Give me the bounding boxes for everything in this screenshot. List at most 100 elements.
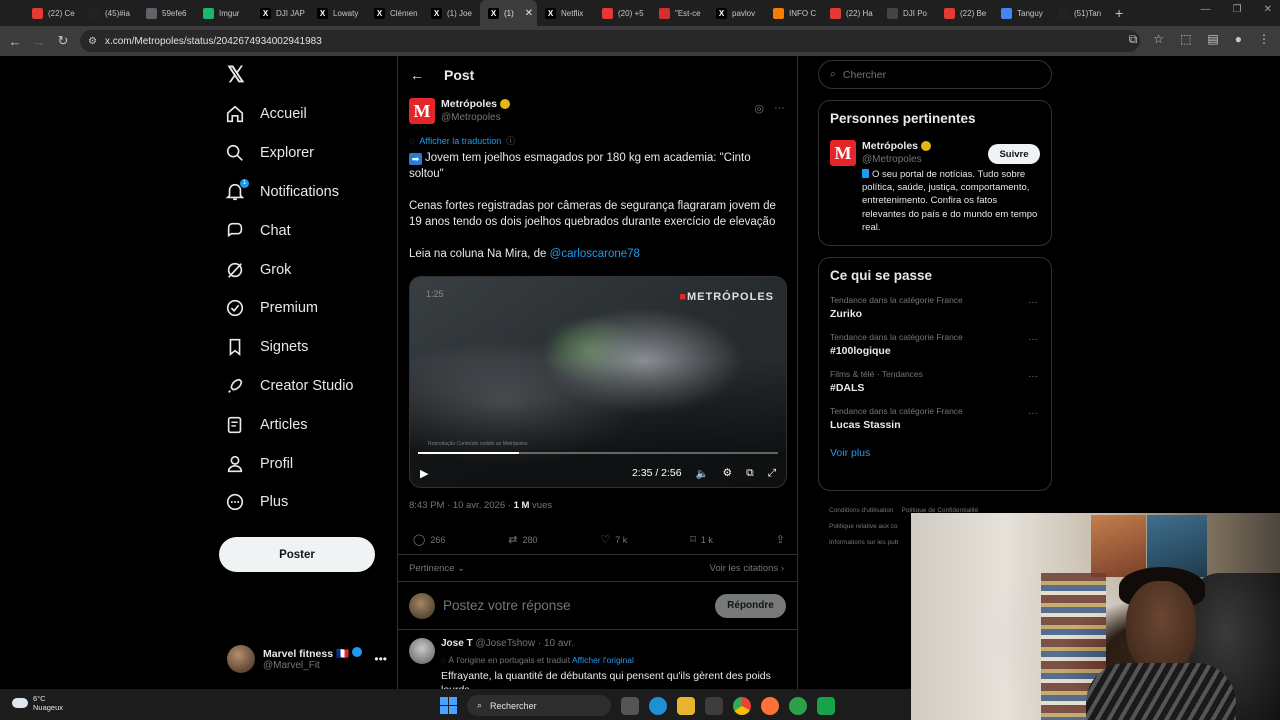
browser-tab[interactable]: X Clémen [366, 0, 423, 26]
edge-icon[interactable] [649, 696, 667, 715]
nav-item-articles[interactable]: Articles [224, 405, 354, 444]
nav-item-accueil[interactable]: Accueil [224, 95, 354, 134]
translate-label[interactable]: Afficher la traduction [419, 136, 501, 146]
sort-dropdown[interactable]: Pertinence ⌄ [409, 563, 465, 574]
avatar[interactable] [409, 638, 435, 664]
browser-tab[interactable]: DJI Po [879, 0, 936, 26]
browser-tab[interactable]: INFO C [765, 0, 822, 26]
author-name[interactable]: Metrópoles [441, 98, 511, 110]
footer-link[interactable]: Informations sur les pub [829, 539, 898, 546]
author-handle[interactable]: @Metropoles [441, 112, 510, 123]
nav-item-premium[interactable]: Premium [224, 289, 354, 328]
bookmark-button[interactable]: ⌑ 1 k [690, 533, 713, 546]
browser-tab[interactable]: (51)Tan [1050, 0, 1107, 26]
back-icon[interactable]: ← [3, 34, 27, 49]
metropoles-logo[interactable]: M [830, 140, 856, 166]
metropoles-logo[interactable]: M [409, 98, 435, 124]
close-window-icon[interactable]: ✕ [1264, 4, 1272, 15]
footer-link[interactable]: Conditions d'utilisation [829, 507, 893, 514]
maximize-icon[interactable]: ❐ [1233, 4, 1242, 15]
trend-more-icon[interactable]: ··· [1028, 408, 1038, 419]
show-original-link[interactable]: Afficher l'original [572, 655, 634, 665]
store-icon[interactable] [705, 696, 723, 715]
task-view-icon[interactable] [621, 696, 639, 715]
install-app-icon[interactable]: ⧉ [1129, 32, 1138, 47]
see-more-link[interactable]: Voir plus [830, 447, 1040, 459]
nav-item-profil[interactable]: Profil [224, 444, 354, 483]
nav-item-notifications[interactable]: 1 Notifications [224, 173, 354, 212]
browser-tab[interactable]: X Netflix [537, 0, 594, 26]
repost-button[interactable]: ⇄ 280 [508, 533, 537, 546]
app-icon[interactable] [817, 696, 835, 715]
related-handle[interactable]: @Metropoles [862, 154, 931, 165]
related-name[interactable]: Metrópoles [862, 140, 932, 152]
file-explorer-icon[interactable] [677, 696, 695, 715]
nav-item-signets[interactable]: Signets [224, 328, 354, 367]
fullscreen-icon[interactable]: ⤢ [768, 467, 776, 480]
reply-input[interactable]: Postez votre réponse [443, 598, 571, 613]
profile-icon[interactable]: ● [1235, 32, 1242, 47]
video-player[interactable]: 1:25 ■METRÓPOLES Reprodução Conteúdo ced… [409, 276, 787, 488]
forward-icon[interactable]: → [27, 34, 51, 49]
grok-explain-icon[interactable]: ◎ [754, 102, 764, 115]
tweet-author[interactable]: M Metrópoles @Metropoles [409, 98, 786, 124]
more-icon[interactable]: ••• [374, 652, 387, 666]
reply-button[interactable]: ◯ 266 [413, 533, 445, 546]
trend-more-icon[interactable]: ··· [1028, 371, 1038, 382]
weather-widget[interactable]: 6°C Nuageux [12, 694, 63, 712]
chrome-menu-icon[interactable]: ⋮ [1258, 32, 1270, 47]
reload-icon[interactable]: ↻ [51, 33, 75, 49]
account-switcher[interactable]: Marvel fitness 🇫🇷 @Marvel_Fit ••• [227, 644, 387, 674]
share-button[interactable]: ⇪ [776, 533, 785, 546]
search-input[interactable]: ⌕ Chercher [818, 60, 1052, 89]
windows-start-icon[interactable] [440, 697, 457, 714]
settings-gear-icon[interactable]: ⚙ [723, 467, 732, 479]
volume-icon[interactable]: 🔈 [696, 467, 709, 480]
nav-item-creator-studio[interactable]: Creator Studio [224, 367, 354, 406]
nav-item-grok[interactable]: Grok [224, 250, 354, 289]
browser-tab[interactable]: Imgur [195, 0, 252, 26]
address-bar[interactable]: ⚙ x.com/Metropoles/status/20426749340029… [80, 30, 1140, 52]
post-button[interactable]: Poster [219, 537, 375, 572]
translate-link[interactable]: ◌ Afficher la traduction ⓘ [409, 134, 786, 147]
play-icon[interactable]: ▶ [420, 467, 428, 480]
view-quotes-link[interactable]: Voir les citations › [710, 563, 784, 574]
taskbar-search[interactable]: ⌕ Rechercher [467, 695, 611, 716]
sidebar-icon[interactable]: ▤ [1207, 32, 1218, 47]
browser-tab[interactable]: Xpavlov [708, 0, 765, 26]
browser-tab[interactable]: (22) Ce [24, 0, 81, 26]
site-info-icon[interactable]: ⚙ [88, 36, 97, 47]
pip-icon[interactable]: ⧉ [746, 467, 754, 480]
reply-submit-button[interactable]: Répondre [715, 593, 786, 618]
nav-item-plus[interactable]: Plus [224, 483, 354, 522]
trend-more-icon[interactable]: ··· [1028, 334, 1038, 345]
trend-item[interactable]: Tendance dans la catégorie France Lucas S… [830, 406, 1040, 431]
browser-tab[interactable]: (22) Be [936, 0, 993, 26]
firefox-icon[interactable] [761, 696, 779, 715]
new-tab-button[interactable]: + [1107, 5, 1123, 21]
info-icon[interactable]: ⓘ [506, 134, 515, 147]
chrome-icon[interactable] [733, 696, 751, 715]
video-progress-bar[interactable] [418, 452, 778, 454]
browser-tab[interactable]: X (1) Joe [423, 0, 480, 26]
trend-more-icon[interactable]: ··· [1028, 297, 1038, 308]
browser-tab[interactable]: (22) Ha [822, 0, 879, 26]
close-tab-icon[interactable]: ✕ [525, 8, 533, 19]
trend-item[interactable]: Films & télé · Tendances #DALS ··· [830, 369, 1040, 394]
like-button[interactable]: ♡ 7 k [600, 533, 627, 546]
reply-item[interactable]: Jose T @JoseTshow · 10 avr. ◌ À l'origin… [409, 630, 786, 697]
mention-link[interactable]: @carloscarone78 [550, 248, 640, 260]
minimize-icon[interactable]: — [1201, 4, 1211, 15]
related-account[interactable]: M Metrópoles @Metropoles Suivre [830, 140, 1040, 166]
browser-tab[interactable]: X DJI JAP [252, 0, 309, 26]
follow-button[interactable]: Suivre [988, 144, 1040, 164]
extensions-icon[interactable]: ⬚ [1180, 32, 1191, 47]
browser-tab[interactable]: (45)#ia [81, 0, 138, 26]
nav-item-explorer[interactable]: Explorer [224, 134, 354, 173]
browser-tab[interactable]: X (1) ✕ [480, 0, 537, 26]
back-arrow-icon[interactable]: ← [410, 67, 424, 83]
browser-tab[interactable]: "Est-ce [651, 0, 708, 26]
browser-tab[interactable]: Tanguy [993, 0, 1050, 26]
footer-link[interactable]: Politique relative aux co [829, 523, 898, 530]
browser-tab[interactable]: (20) +5 [594, 0, 651, 26]
